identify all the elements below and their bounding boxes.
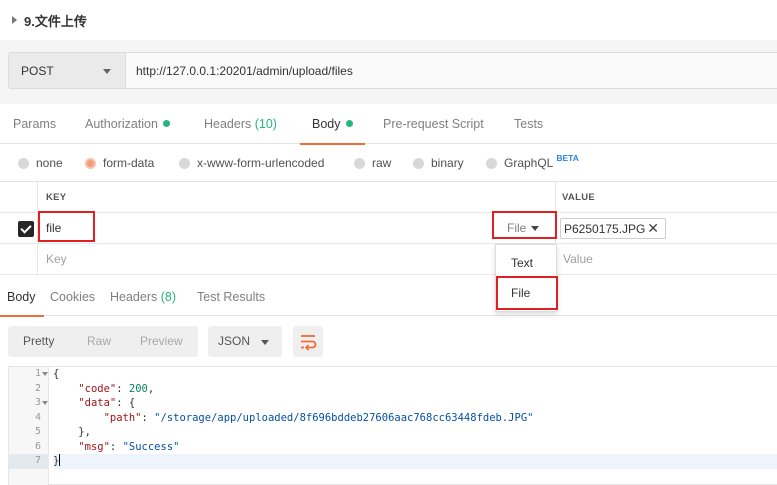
code-line: }, [78, 426, 91, 438]
code-line: { [53, 368, 60, 380]
view-raw-button[interactable]: Raw [87, 326, 111, 357]
request-name: 9.文件上传 [24, 13, 87, 29]
line-number-gutter: 1 2 3 4 5 6 7 [9, 367, 49, 485]
selected-file-chip: P6250175.JPG ✕ [560, 218, 666, 239]
view-preview-button[interactable]: Preview [140, 326, 183, 357]
view-mode-group: Pretty Raw Preview [8, 326, 198, 357]
radio-binary[interactable]: binary [413, 155, 464, 171]
response-tabs: Body Cookies Headers (8) Test Results [0, 282, 777, 317]
tab-cookies[interactable]: Cookies [50, 282, 95, 316]
highlight-box [496, 276, 558, 310]
view-pretty-button[interactable]: Pretty [23, 326, 54, 357]
chevron-down-icon [103, 69, 111, 74]
code-line: "path": "/storage/app/uploaded/8f696bdde… [103, 411, 534, 424]
wrap-lines-icon [301, 335, 317, 351]
url-input[interactable]: http://127.0.0.1:20201/admin/upload/file… [125, 52, 777, 89]
radio-graphql[interactable]: GraphQL BETA [486, 153, 579, 171]
key-input[interactable]: Key [46, 244, 67, 275]
code-line: } [53, 454, 777, 469]
body-type-options: none form-data x-www-form-urlencoded raw… [0, 146, 777, 180]
tab-body[interactable]: Body [300, 104, 364, 145]
code-line: "msg": "Success" [78, 440, 180, 453]
table-header: KEY VALUE [0, 182, 777, 213]
status-dot-icon [345, 120, 353, 127]
radio-circle-icon [413, 157, 424, 169]
request-tabs: Params Authorization Headers (10) Body P… [0, 104, 777, 145]
radio-selected-icon [85, 157, 96, 169]
method-select[interactable]: POST [8, 52, 126, 89]
response-view-toolbar: Pretty Raw Preview JSON [0, 317, 777, 365]
tab-response-body[interactable]: Body [0, 282, 43, 317]
json-code: { "code": 200, "data": { "path": "/stora… [53, 367, 777, 485]
request-title-bar: 9.文件上传 [0, 0, 777, 40]
fold-arrow-icon[interactable] [42, 401, 48, 405]
method-label: POST [21, 63, 54, 78]
radio-circle-icon [354, 157, 365, 169]
tab-response-headers[interactable]: Headers (8) [110, 282, 176, 316]
highlight-box [38, 211, 95, 242]
wrap-lines-button[interactable] [293, 326, 323, 357]
status-dot-icon [162, 120, 170, 127]
tab-headers[interactable]: Headers (10) [204, 104, 277, 144]
radio-circle-icon [486, 157, 497, 169]
radio-circle-icon [18, 157, 29, 169]
format-select[interactable]: JSON [208, 326, 282, 357]
tab-params[interactable]: Params [13, 104, 56, 144]
highlight-box [492, 211, 557, 239]
tab-authorization[interactable]: Authorization [85, 104, 170, 144]
radio-urlencoded[interactable]: x-www-form-urlencoded [179, 155, 324, 171]
form-data-table: KEY VALUE file File P6250175.JPG ✕ Key Va… [0, 181, 777, 275]
radio-none[interactable]: none [18, 155, 63, 171]
key-column-header: KEY [46, 192, 67, 203]
url-text: http://127.0.0.1:20201/admin/upload/file… [136, 63, 353, 78]
value-input[interactable]: Value [563, 244, 593, 275]
code-line: "code": 200, [78, 382, 155, 395]
text-cursor [59, 454, 61, 466]
fold-arrow-icon[interactable] [42, 372, 48, 376]
radio-form-data[interactable]: form-data [85, 155, 154, 171]
value-column-header: VALUE [562, 192, 595, 203]
table-row: file File P6250175.JPG ✕ [0, 213, 777, 244]
tab-pre-request-script[interactable]: Pre-request Script [383, 104, 484, 144]
row-enabled-checkbox[interactable] [18, 221, 34, 237]
close-icon[interactable]: ✕ [647, 220, 659, 237]
collapse-caret-icon[interactable] [12, 16, 17, 24]
radio-circle-icon [179, 157, 190, 169]
table-row: Key Value [0, 244, 777, 275]
radio-raw[interactable]: raw [354, 155, 391, 171]
chevron-down-icon [261, 340, 269, 345]
code-line: "data": { [78, 397, 136, 409]
menu-item-text[interactable]: Text [496, 248, 556, 278]
response-body-editor[interactable]: 1 2 3 4 5 6 7 { "code": 200, "data": { "… [8, 366, 777, 485]
beta-badge: BETA [556, 153, 579, 163]
tab-test-results[interactable]: Test Results [197, 282, 265, 316]
url-bar: POST http://127.0.0.1:20201/admin/upload… [0, 40, 777, 104]
tab-tests[interactable]: Tests [514, 104, 543, 144]
